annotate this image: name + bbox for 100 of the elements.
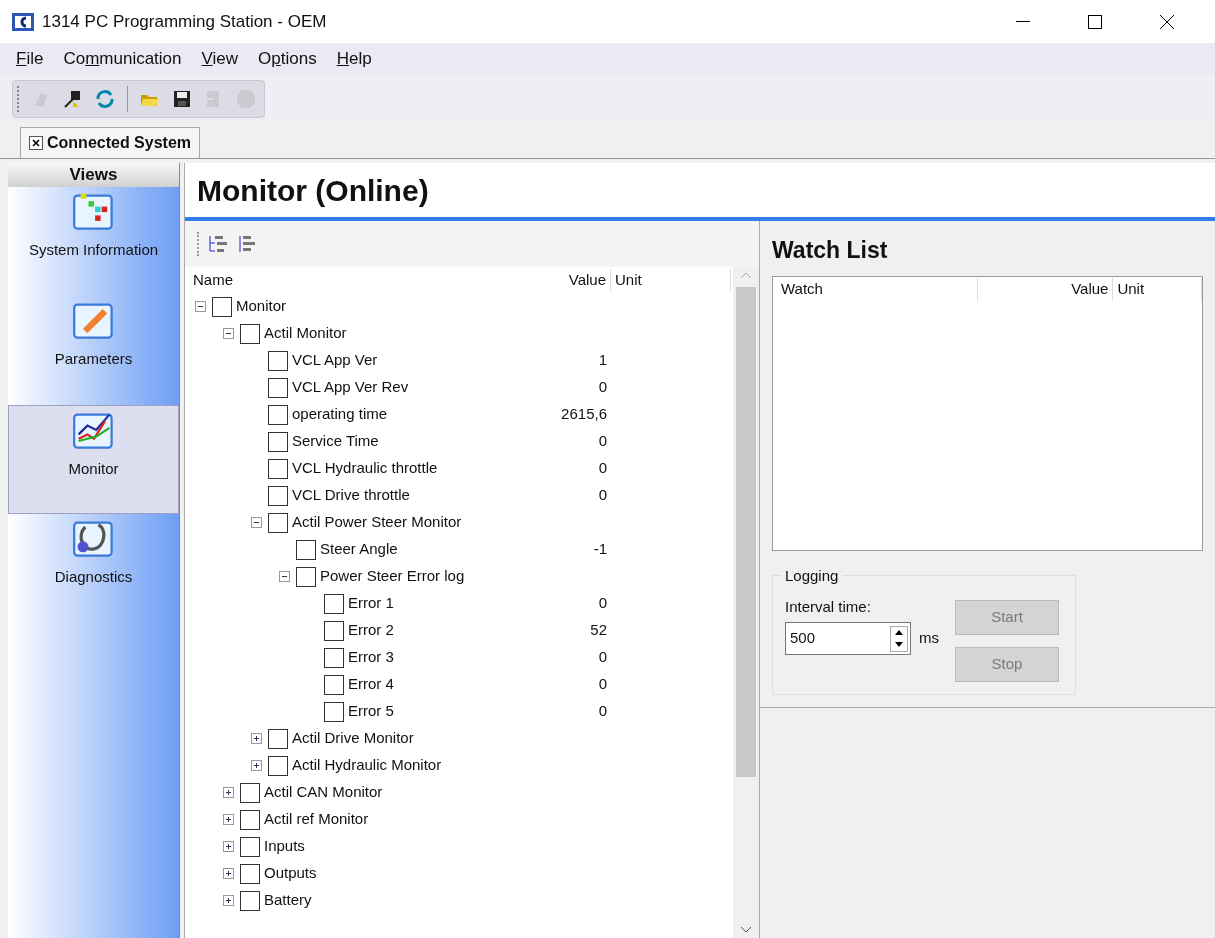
tree-checkbox[interactable]	[268, 350, 288, 371]
column-header[interactable]: Name	[185, 268, 515, 292]
menu-item[interactable]: View	[193, 46, 247, 72]
menu-item[interactable]: File	[8, 46, 52, 72]
menu-item[interactable]: Communication	[55, 46, 190, 72]
tree-checkbox[interactable]	[268, 728, 288, 749]
navigation-tile[interactable]: Parameters	[8, 296, 179, 405]
interval-spin-field[interactable]: 500	[785, 622, 911, 655]
column-header[interactable]: Unit	[1113, 278, 1202, 301]
tree-item-label[interactable]: Actil Hydraulic Monitor	[292, 754, 442, 777]
tree-item-label[interactable]: Inputs	[264, 835, 305, 858]
tree-item-label[interactable]: VCL Hydraulic throttle	[292, 457, 438, 480]
tree-checkbox[interactable]	[324, 593, 344, 614]
tree-checkbox[interactable]	[268, 485, 288, 506]
value-text: 0	[598, 378, 607, 396]
tree-item-label[interactable]: VCL Drive throttle	[292, 484, 410, 507]
value-text: 0	[598, 594, 607, 612]
document-tab[interactable]: Connected System	[20, 127, 201, 158]
page-title: Monitor (Online)	[197, 172, 429, 209]
watch-list-title: Watch List	[772, 236, 889, 265]
tree-item-label[interactable]: Service Time	[292, 430, 379, 453]
expand-icon[interactable]	[223, 895, 234, 906]
tree-item-label[interactable]: Power Steer Error log	[320, 565, 465, 588]
tree-item-label[interactable]: Actil CAN Monitor	[264, 781, 383, 804]
tree-item-label[interactable]: Actil Power Steer Monitor	[292, 511, 462, 534]
tree-item-label[interactable]: VCL App Ver	[292, 349, 378, 372]
tree-item-label[interactable]: Error 2	[348, 619, 394, 642]
interval-label: Interval time:	[785, 596, 872, 617]
spin-up-icon[interactable]	[895, 630, 903, 635]
value-text: 52	[590, 621, 607, 639]
scroll-down-icon[interactable]	[740, 926, 752, 934]
value-text: 0	[598, 486, 607, 504]
tree-checkbox[interactable]	[324, 647, 344, 668]
menu-item[interactable]: Options	[250, 46, 325, 72]
window-title: 1314 PC Programming Station - OEM	[42, 10, 327, 33]
expand-icon[interactable]	[251, 760, 262, 771]
tree-checkbox[interactable]	[240, 809, 260, 830]
tree-checkbox[interactable]	[240, 323, 260, 344]
collapse-icon[interactable]	[223, 328, 234, 339]
maximize-icon	[1088, 14, 1102, 29]
tree-checkbox[interactable]	[268, 512, 288, 533]
tree-item-label[interactable]: Battery	[264, 889, 312, 912]
value-text: 0	[598, 432, 607, 450]
tree-checkbox[interactable]	[268, 458, 288, 479]
column-header[interactable]: Watch	[773, 278, 978, 301]
tree-checkbox[interactable]	[324, 674, 344, 695]
tree-item-label[interactable]: Error 3	[348, 646, 394, 669]
tree-checkbox[interactable]	[324, 701, 344, 722]
tree-checkbox[interactable]	[268, 431, 288, 452]
collapse-icon[interactable]	[279, 571, 290, 582]
collapse-icon[interactable]	[195, 301, 206, 312]
expand-all-icon[interactable]	[207, 233, 229, 255]
expand-icon[interactable]	[223, 841, 234, 852]
tree-checkbox[interactable]	[268, 755, 288, 776]
tree-checkbox[interactable]	[240, 782, 260, 803]
tree-checkbox[interactable]	[240, 890, 260, 911]
tree-item-label[interactable]: Error 1	[348, 592, 394, 615]
minimize-icon	[1016, 20, 1030, 23]
expand-icon[interactable]	[251, 733, 262, 744]
column-header[interactable]: Unit	[611, 268, 731, 292]
views-title: Views	[8, 163, 179, 187]
tree-item-label[interactable]: Actil Drive Monitor	[292, 727, 414, 750]
tree-item-label[interactable]: Error 4	[348, 673, 394, 696]
tree-item-label[interactable]: Monitor	[236, 295, 287, 318]
value-text: -1	[593, 540, 607, 558]
tree-checkbox[interactable]	[296, 539, 316, 560]
expand-icon[interactable]	[223, 814, 234, 825]
tree-item-label[interactable]: Outputs	[264, 862, 317, 885]
tree-item-label[interactable]: Steer Angle	[320, 538, 398, 561]
expand-icon[interactable]	[223, 868, 234, 879]
collapse-icon[interactable]	[251, 517, 262, 528]
spin-down-icon[interactable]	[895, 642, 903, 647]
column-header[interactable]: Value	[515, 268, 611, 292]
unit-label: ms	[919, 628, 939, 649]
tree-checkbox[interactable]	[296, 566, 316, 587]
tree-item-label[interactable]: Error 5	[348, 700, 394, 723]
column-header[interactable]: Value	[977, 278, 1114, 301]
vertical-scrollbar[interactable]	[733, 267, 759, 938]
system-icon	[71, 191, 116, 231]
tree-checkbox[interactable]	[268, 404, 288, 425]
menu-item[interactable]: Help	[328, 46, 380, 72]
tree-item-label[interactable]: VCL App Ver Rev	[292, 376, 409, 399]
tree-checkbox[interactable]	[268, 377, 288, 398]
value-text: 0	[598, 675, 607, 693]
value-text: 0	[598, 648, 607, 666]
navigation-tile[interactable]: Monitor	[8, 405, 179, 514]
tree-checkbox[interactable]	[240, 836, 260, 857]
tree-item-label[interactable]: operating time	[292, 403, 388, 426]
app-logo-icon	[12, 12, 34, 31]
navigation-tile[interactable]: System Information	[8, 187, 179, 296]
navigation-tile[interactable]: Diagnostics	[8, 514, 179, 623]
tree-checkbox[interactable]	[240, 863, 260, 884]
close-icon[interactable]	[29, 136, 43, 150]
value-text: 1	[598, 351, 607, 369]
expand-icon[interactable]	[223, 787, 234, 798]
tree-item-label[interactable]: Actil ref Monitor	[264, 808, 369, 831]
tree-item-label[interactable]: Actil Monitor	[264, 322, 347, 345]
tree-checkbox[interactable]	[324, 620, 344, 641]
scrollbar-thumb[interactable]	[736, 287, 756, 777]
tree-checkbox[interactable]	[212, 296, 232, 317]
